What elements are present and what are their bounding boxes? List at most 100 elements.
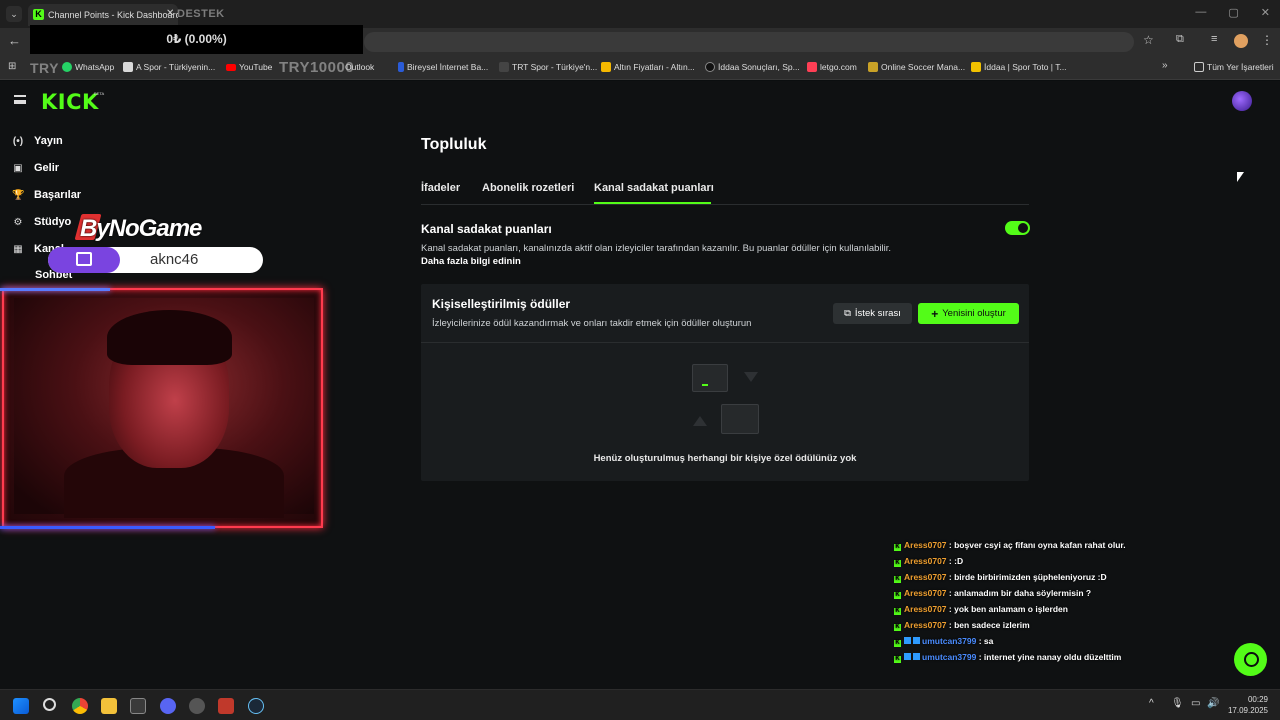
chat-message: K Aress0707 : birde birbirimizden şüphele… [894, 572, 1107, 583]
chat-message: Kumutcan3799 : internet yine nanay oldu … [894, 652, 1122, 663]
chrome-icon[interactable] [72, 698, 88, 714]
bynogame-logo: ByNoGame [80, 215, 202, 242]
user-avatar[interactable] [1232, 91, 1252, 111]
bookmark-aspor[interactable]: A Spor - Türkiyenin... [123, 62, 215, 72]
learn-more-link[interactable]: Daha fazla bilgi edinin [421, 256, 521, 267]
loyalty-points-toggle[interactable] [1005, 221, 1030, 235]
bookmark-altin[interactable]: Altın Fiyatları - Altın... [601, 62, 695, 72]
chat-message: K Aress0707 : yok ben anlamam o işlerden [894, 604, 1068, 615]
tab-close-icon[interactable]: ✕ [166, 8, 174, 19]
empty-state-triangle-down [744, 372, 758, 382]
nav-item-basarilar[interactable]: 🏆 Başarılar [12, 189, 81, 201]
minimize-button[interactable]: — [1195, 6, 1206, 19]
bookmark-letgo[interactable]: letgo.com [807, 62, 857, 72]
file-explorer-icon[interactable] [101, 698, 117, 714]
maximize-button[interactable]: ▢ [1228, 6, 1238, 19]
tab-abonelik-rozetleri[interactable]: Abonelik rozetleri [482, 182, 574, 194]
more-bookmarks-icon[interactable]: » [1162, 60, 1168, 71]
rewards-subtitle: İzleyicilerinize ödül kazandırmak ve onl… [432, 318, 752, 329]
spor-toto-icon [971, 62, 981, 72]
chat-message: K Aress0707 : ben sadece izlerim [894, 620, 1030, 631]
kick-logo[interactable]: KICK [41, 90, 99, 114]
chat-message: K Aress0707 : anlamadım bir daha söylermi… [894, 588, 1092, 599]
windows-taskbar: ^ 🎙 ▭ 🔊 00:29 17.09.2025 [0, 689, 1280, 720]
apps-grid-icon[interactable]: ⊞ [8, 61, 16, 72]
all-bookmarks[interactable]: Tüm Yer İşaretleri [1194, 62, 1274, 72]
network-icon[interactable]: ▭ [1191, 698, 1200, 709]
steam-icon[interactable] [248, 698, 264, 714]
webcam-image [14, 298, 314, 518]
stream-stat-box: 0₺ (0.00%) [30, 25, 363, 54]
request-queue-button[interactable]: ⧉ İstek sırası [833, 303, 912, 324]
bookmark-bank[interactable]: Bireysel İnternet Ba... [398, 62, 488, 72]
kick-badge-icon: K [894, 656, 901, 663]
iddaa-icon [705, 62, 715, 72]
store-icon[interactable] [130, 698, 146, 714]
revenue-icon: ▣ [13, 162, 23, 174]
page-title: Topluluk [421, 136, 487, 153]
channel-icon: ▦ [13, 243, 23, 255]
bookmark-iddaa-sonuc[interactable]: İddaa Sonuçları, Sp... [705, 62, 800, 72]
hamburger-menu-icon[interactable] [14, 95, 26, 104]
letgo-icon [807, 62, 817, 72]
tab-list-button[interactable]: ⌄ [6, 6, 22, 22]
omnibox[interactable] [364, 32, 1134, 52]
empty-state-illustration-top [692, 364, 728, 392]
webcam-person-hair [107, 310, 232, 365]
window-controls: — ▢ ✕ [1195, 6, 1270, 19]
nav-item-yayin[interactable]: (•) Yayın [12, 135, 63, 147]
bookmark-spor-toto[interactable]: İddaa | Spor Toto | T... [971, 62, 1067, 72]
kick-badge-icon: K [894, 544, 901, 551]
whatsapp-icon [62, 62, 72, 72]
support-headset-button[interactable] [1234, 643, 1267, 676]
tab-ifadeler[interactable]: İfadeler [421, 182, 460, 194]
search-icon[interactable] [43, 698, 56, 711]
menu-dots-icon[interactable]: ⋮ [1261, 33, 1273, 47]
rewards-title: Kişiselleştirilmiş ödüller [432, 297, 571, 311]
mouse-cursor-icon [1237, 172, 1244, 182]
app-icon[interactable] [189, 698, 205, 714]
active-tab-indicator [594, 202, 711, 204]
browser-tab[interactable]: K Channel Points - Kick Dashboard [28, 4, 178, 26]
trt-icon [499, 62, 509, 72]
aspor-icon [123, 62, 133, 72]
kick-favicon-icon: K [33, 9, 44, 20]
empty-state-text: Henüz oluşturulmuş herhangi bir kişiye ö… [593, 453, 857, 464]
media-icon[interactable]: ≡ [1211, 33, 1217, 45]
bookmark-star-icon[interactable]: ☆ [1143, 33, 1154, 47]
section-description: Kanal sadakat puanları, kanalınızda akti… [421, 243, 891, 254]
verified-badge-icon [913, 637, 920, 644]
tray-chevron-icon[interactable]: ^ [1149, 698, 1154, 709]
osm-icon [868, 62, 878, 72]
voicemod-icon[interactable] [218, 698, 234, 714]
bookmark-trtspor[interactable]: TRT Spor - Türkiye'n... [499, 62, 597, 72]
kick-badge-icon: K [894, 624, 901, 631]
kick-badge-icon: K [894, 576, 901, 583]
back-arrow-icon[interactable]: ← [8, 33, 21, 48]
try-overlay-text: TRY [30, 60, 59, 76]
close-window-button[interactable]: ✕ [1261, 6, 1270, 19]
kick-badge-icon: K [894, 608, 901, 615]
windows-start-icon[interactable] [13, 698, 29, 714]
bookmark-youtube[interactable]: YouTube [226, 62, 272, 72]
bookmark-osm[interactable]: Online Soccer Mana... [868, 62, 965, 72]
chat-message: Kumutcan3799 : sa [894, 636, 994, 647]
create-reward-button[interactable]: + Yenisini oluştur [918, 303, 1019, 324]
microphone-icon[interactable]: 🎙 [1171, 698, 1184, 709]
tab-title: Channel Points - Kick Dashboard [48, 10, 178, 20]
nav-item-gelir[interactable]: ▣ Gelir [12, 162, 59, 174]
external-link-icon: ⧉ [844, 308, 851, 319]
nav-item-studyo[interactable]: ⚙ Stüdyo [12, 216, 72, 228]
twitch-username: aknc46 [150, 251, 199, 268]
volume-icon[interactable]: 🔊 [1207, 698, 1219, 709]
destek-overlay-text: DESTEK [177, 8, 225, 20]
extensions-icon[interactable]: ⧉ [1176, 33, 1184, 46]
broadcast-icon: (•) [12, 135, 24, 147]
discord-icon[interactable] [160, 698, 176, 714]
try-goal-overlay-text: TRY10000 [279, 59, 355, 76]
bookmark-whatsapp[interactable]: WhatsApp [62, 62, 114, 72]
plus-icon: + [931, 306, 939, 321]
tab-kanal-sadakat-puanlari[interactable]: Kanal sadakat puanları [594, 182, 714, 194]
profile-avatar[interactable] [1234, 34, 1248, 48]
system-clock[interactable]: 00:29 17.09.2025 [1228, 694, 1268, 716]
